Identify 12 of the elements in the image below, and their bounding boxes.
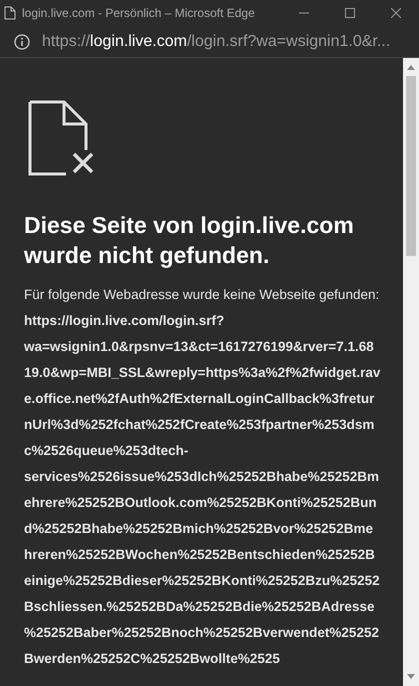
error-heading: Diese Seite von login.live.com wurde nicht gefunden. [24,211,355,270]
info-icon [14,34,30,50]
window-title: login.live.com - Persönlich – Microsoft Edge [22,5,255,22]
scrollbar-thumb[interactable] [406,76,416,256]
close-icon [391,8,401,18]
maximize-icon [345,8,355,18]
scroll-up-icon[interactable] [407,64,415,70]
scroll-down-icon[interactable] [407,674,415,680]
error-message: Für folgende Webadresse wurde keine Webseite gefunden: https://login.live.com/login.srf?wa=wsignin1.0&rpsnv=13&ct=1617276199&rver=7.1.6819.0&wp=MBI_SSL&wreply=https%3a%2f%2fwidget.rave.office.net%2fAuth%2fExternalLoginCallback%3freturnUrl%3d%252fchat%252fCreate%253fpartner%253dsmc%2526queue%253dtech-services%2526issue%253dIch%25252Bhabe%25252Bmehrere%25252BOutlook.com%25252BKonti%25252Bund%25252Bhabe%25252Bmich%25252Bvor%25252Bmehreren%25252BWochen%25252Bentschieden%25252Beinige%25252Bdieser%25252BKonti%25252Bzu%25252Bschliessen.%25252BDa%25252Bdie%25252BAdresse%25252Baber%25252Bnoch%25252Bverwendet%25252Bwerden%25252C%25252Bwollte%2525 [24,286,381,668]
url-text: https://login.live.com/login.srf?wa=wsignin1.0&r... [42,32,390,52]
scrollbar[interactable] [403,58,419,686]
page-icon [4,6,16,20]
